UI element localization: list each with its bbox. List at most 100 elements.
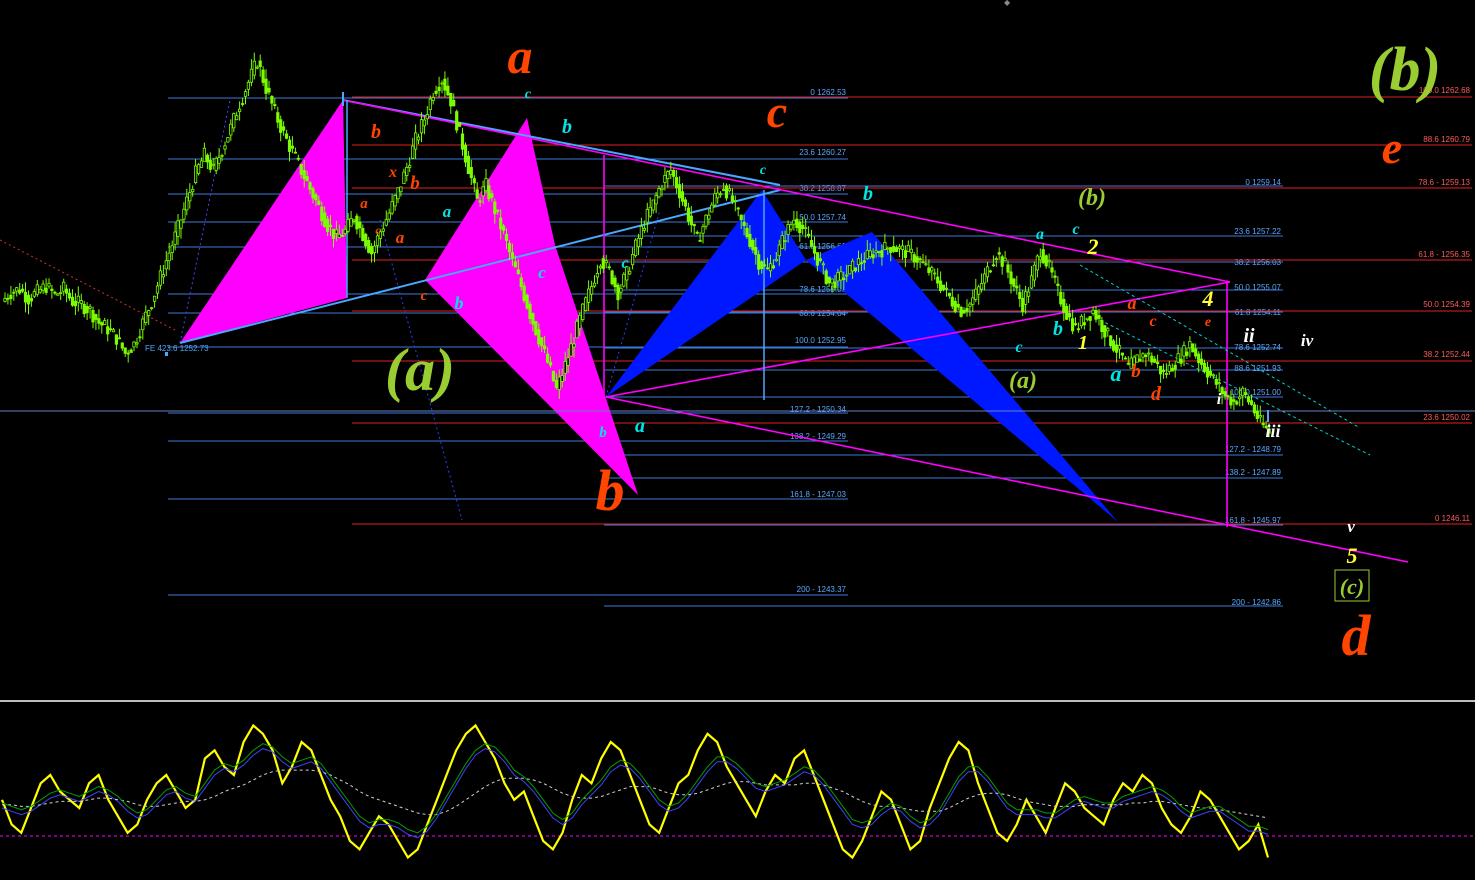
candle-body bbox=[675, 177, 679, 189]
candle-body bbox=[1235, 401, 1239, 405]
candle-body bbox=[279, 119, 283, 133]
candle-body bbox=[331, 228, 336, 239]
candle-body bbox=[1150, 355, 1154, 363]
candle-body bbox=[372, 245, 377, 254]
candle-body bbox=[795, 218, 799, 229]
candle-body bbox=[947, 292, 952, 297]
fib-level-label: 0 1259.14 bbox=[1245, 178, 1281, 187]
wave-label: (a) bbox=[1009, 368, 1037, 394]
candle-body bbox=[1223, 391, 1227, 397]
candle-body bbox=[1144, 354, 1148, 358]
candle-body bbox=[399, 186, 403, 193]
candle-body bbox=[818, 258, 822, 262]
candle-body bbox=[120, 342, 124, 349]
candle-body bbox=[481, 186, 485, 197]
candle-body bbox=[1088, 316, 1092, 321]
candle-body bbox=[41, 283, 45, 291]
candle-body bbox=[748, 233, 752, 247]
candle-body bbox=[82, 303, 86, 314]
candle-body bbox=[628, 270, 632, 275]
candle-body bbox=[29, 297, 34, 302]
candle-body bbox=[164, 260, 168, 270]
candle-body bbox=[290, 145, 295, 149]
candle-body bbox=[1217, 382, 1221, 385]
candle-body bbox=[501, 225, 506, 231]
candle-body bbox=[1238, 396, 1242, 400]
candle-body bbox=[205, 154, 209, 163]
candle-body bbox=[94, 314, 98, 320]
candle-body bbox=[1097, 315, 1101, 319]
candle-body bbox=[328, 224, 333, 228]
candle-body bbox=[3, 297, 7, 302]
candle-body bbox=[6, 297, 10, 300]
candle-body bbox=[337, 233, 341, 238]
candle-body bbox=[1244, 392, 1248, 395]
candle-body bbox=[727, 188, 732, 192]
candle-body bbox=[167, 252, 171, 262]
candle-body bbox=[475, 189, 479, 199]
fib-level-label: 23.6 1260.27 bbox=[799, 148, 846, 157]
wave-label: c bbox=[421, 288, 428, 304]
candle-body bbox=[1241, 387, 1245, 397]
candle-body bbox=[1141, 353, 1145, 358]
candle-body bbox=[1050, 267, 1054, 273]
candle-body bbox=[18, 289, 22, 294]
candle-body bbox=[971, 297, 975, 305]
wave-label: a bbox=[1111, 361, 1122, 386]
candle-body bbox=[384, 219, 388, 226]
candle-body bbox=[302, 169, 306, 180]
candle-body bbox=[308, 182, 312, 190]
candle-body bbox=[1062, 298, 1066, 313]
candle-body bbox=[1258, 415, 1262, 418]
candle-body bbox=[1065, 305, 1069, 320]
candle-body bbox=[114, 334, 118, 345]
candle-body bbox=[809, 239, 814, 247]
candle-body bbox=[1112, 340, 1116, 351]
candle-body bbox=[1003, 257, 1007, 262]
candle-body bbox=[859, 262, 864, 265]
candle-body bbox=[534, 321, 538, 336]
candle-body bbox=[1220, 387, 1224, 394]
candle-body bbox=[88, 306, 92, 309]
candle-body bbox=[962, 309, 966, 314]
candle-body bbox=[499, 217, 503, 230]
candle-body bbox=[939, 280, 943, 292]
candle-body bbox=[472, 178, 476, 184]
price-panel[interactable]: 0 1262.5323.6 1260.2738.2 1258.8750.0 12… bbox=[0, 0, 1475, 700]
candle-body bbox=[1182, 345, 1186, 357]
candle-body bbox=[1018, 291, 1022, 300]
candle-body bbox=[463, 144, 468, 163]
candle-body bbox=[85, 305, 89, 314]
candle-body bbox=[730, 195, 735, 202]
candle-body bbox=[67, 292, 72, 299]
candle-body bbox=[563, 360, 567, 374]
candle-body bbox=[129, 349, 133, 353]
candle-body bbox=[232, 113, 236, 129]
candle-body bbox=[771, 265, 776, 269]
candle-body bbox=[757, 254, 761, 270]
candle-body bbox=[9, 294, 13, 300]
candle-body bbox=[284, 133, 289, 139]
candle-body bbox=[900, 245, 905, 250]
candle-body bbox=[1068, 313, 1072, 318]
candle-body bbox=[478, 200, 482, 203]
oscillator-panel[interactable] bbox=[0, 704, 1475, 880]
candle-body bbox=[965, 307, 969, 312]
candle-body bbox=[103, 320, 107, 326]
candle-body bbox=[683, 199, 688, 207]
candle-body bbox=[807, 233, 811, 237]
candle-body bbox=[1009, 271, 1013, 285]
candle-body bbox=[868, 250, 872, 257]
candle-body bbox=[1170, 367, 1174, 372]
candle-body bbox=[936, 276, 940, 284]
candle-body bbox=[765, 267, 770, 270]
candle-body bbox=[695, 231, 699, 234]
candle-body bbox=[196, 164, 201, 174]
candle-body bbox=[941, 284, 946, 290]
candle-body bbox=[457, 122, 462, 127]
fib-level-label: 100.0 1251.00 bbox=[1230, 388, 1282, 397]
candle-body bbox=[537, 329, 541, 345]
candle-body bbox=[487, 185, 491, 200]
candle-body bbox=[692, 223, 696, 227]
candle-body bbox=[590, 286, 594, 295]
